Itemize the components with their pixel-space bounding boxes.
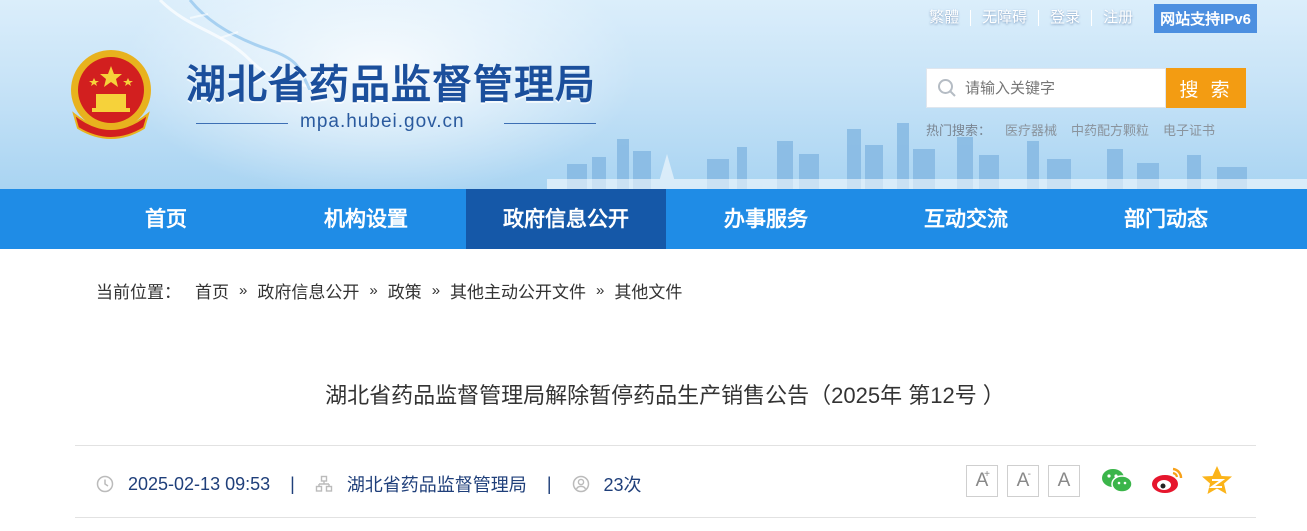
breadcrumb-home[interactable]: 首页 bbox=[195, 278, 229, 303]
wechat-icon[interactable] bbox=[1100, 464, 1134, 498]
clock-icon bbox=[96, 475, 114, 493]
hot-search-item[interactable]: 电子证书 bbox=[1163, 120, 1215, 139]
hot-search-item[interactable]: 医疗器械 bbox=[1005, 120, 1057, 139]
national-emblem bbox=[71, 50, 151, 139]
site-title[interactable]: 湖北省药品监督管理局 bbox=[186, 52, 596, 110]
breadcrumb-label: 当前位置： bbox=[96, 283, 181, 302]
share-buttons bbox=[1100, 464, 1234, 498]
breadcrumb-separator: » bbox=[431, 282, 441, 299]
article-title: 湖北省药品监督管理局解除暂停药品生产销售公告（2025年 第12号 ） bbox=[325, 383, 1005, 408]
hot-search-label: 热门搜索： bbox=[926, 123, 992, 138]
font-default-button[interactable]: A bbox=[1048, 465, 1080, 497]
font-smaller-button[interactable]: A- bbox=[1007, 465, 1039, 497]
hot-search-item[interactable]: 中药配方颗粒 bbox=[1071, 120, 1149, 139]
site-domain: mpa.hubei.gov.cn bbox=[300, 111, 465, 132]
qzone-icon[interactable] bbox=[1200, 464, 1234, 498]
divider: | bbox=[546, 473, 552, 494]
divider bbox=[504, 123, 596, 124]
breadcrumb-separator: » bbox=[596, 282, 605, 299]
main-nav: 首页 机构设置 政府信息公开 办事服务 互动交流 部门动态 bbox=[0, 189, 1307, 249]
traditional-chinese-link[interactable]: 繁體 bbox=[918, 9, 970, 27]
breadcrumb: 当前位置： 首页 » 政府信息公开 » 政策 » 其他主动公开文件 » 其他文件 bbox=[96, 278, 682, 303]
accessibility-link[interactable]: 无障碍 bbox=[971, 9, 1038, 27]
hot-search: 热门搜索： 医疗器械 中药配方颗粒 电子证书 bbox=[926, 120, 1215, 139]
nav-item-services[interactable]: 办事服务 bbox=[666, 189, 866, 249]
view-count: 23次 bbox=[603, 475, 642, 495]
nav-item-home[interactable]: 首页 bbox=[66, 189, 266, 249]
font-larger-button[interactable]: A + bbox=[966, 465, 998, 497]
font-size-controls: A + A- A bbox=[966, 465, 1080, 497]
search-input[interactable] bbox=[965, 79, 1155, 97]
org-icon bbox=[315, 475, 333, 492]
divider bbox=[75, 517, 1256, 518]
nav-item-organization[interactable]: 机构设置 bbox=[266, 189, 466, 249]
header-banner: 湖北省药品监督管理局 mpa.hubei.gov.cn 繁體 无障碍 登录 注册… bbox=[0, 0, 1307, 189]
divider bbox=[75, 445, 1256, 446]
search-icon bbox=[938, 79, 956, 97]
nav-item-news[interactable]: 部门动态 bbox=[1066, 189, 1266, 249]
breadcrumb-other-public-docs[interactable]: 其他主动公开文件 bbox=[450, 278, 586, 303]
divider bbox=[196, 123, 288, 124]
article-meta: 2025-02-13 09:53 | 湖北省药品监督管理局 | 23次 bbox=[96, 470, 642, 498]
search-button[interactable]: 搜 索 bbox=[1166, 68, 1246, 108]
breadcrumb-gov-info[interactable]: 政府信息公开 bbox=[257, 278, 359, 303]
weibo-icon[interactable] bbox=[1150, 464, 1184, 498]
font-default-label: A bbox=[1057, 470, 1071, 491]
breadcrumb-separator: » bbox=[369, 282, 378, 299]
top-links: 繁體 无障碍 登录 注册 网站支持IPv6 bbox=[918, 3, 1257, 33]
breadcrumb-policy[interactable]: 政策 bbox=[388, 278, 422, 303]
search-box bbox=[926, 68, 1166, 108]
publish-date: 2025-02-13 09:53 bbox=[128, 473, 271, 494]
domain-row: mpa.hubei.gov.cn bbox=[196, 110, 596, 136]
register-link[interactable]: 注册 bbox=[1092, 9, 1144, 27]
breadcrumb-other-docs[interactable]: 其他文件 bbox=[614, 278, 682, 303]
nav-item-interaction[interactable]: 互动交流 bbox=[866, 189, 1066, 249]
nav-item-gov-info[interactable]: 政府信息公开 bbox=[466, 189, 666, 249]
ipv6-badge: 网站支持IPv6 bbox=[1154, 3, 1257, 33]
divider: | bbox=[290, 473, 295, 494]
user-icon bbox=[572, 475, 589, 493]
login-link[interactable]: 登录 bbox=[1039, 9, 1091, 27]
breadcrumb-separator: » bbox=[239, 282, 248, 299]
article-source: 湖北省药品监督管理局 bbox=[346, 475, 527, 495]
